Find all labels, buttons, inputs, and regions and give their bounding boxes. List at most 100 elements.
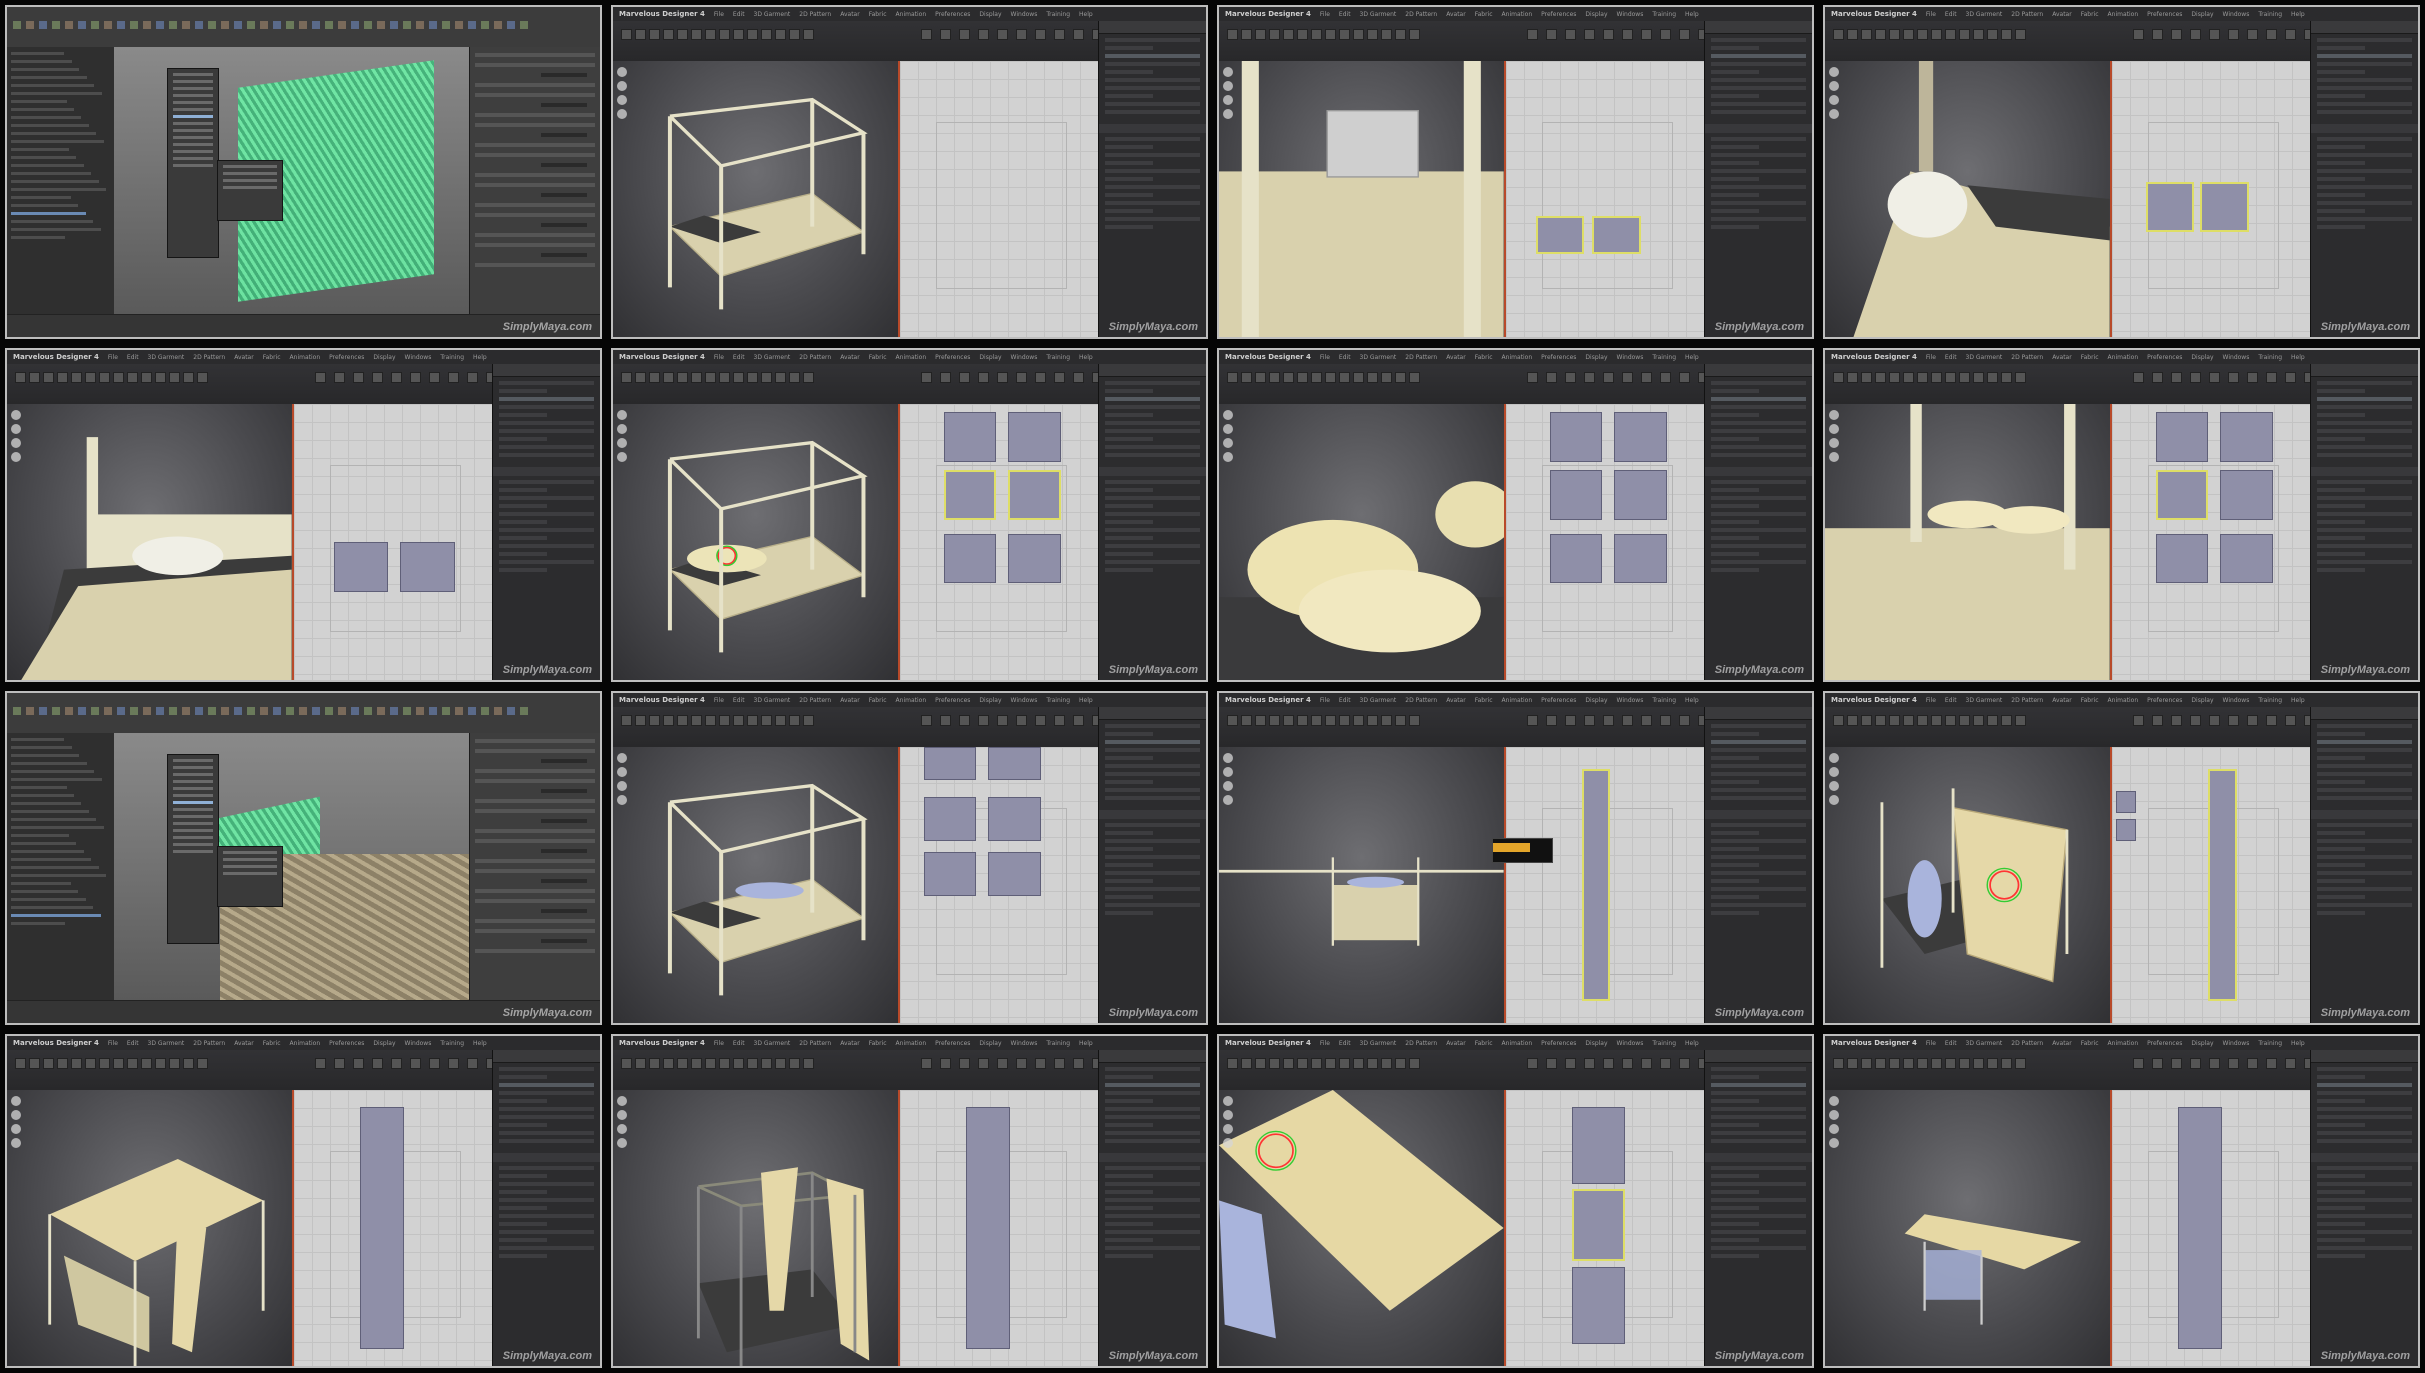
menu-item[interactable]: Training (2258, 11, 2282, 18)
panel-row[interactable] (1711, 453, 1806, 457)
tool-icon[interactable] (1565, 715, 1577, 726)
tool-icon[interactable] (705, 29, 716, 40)
tool-icon[interactable] (1833, 29, 1844, 40)
panel-row[interactable] (499, 1139, 594, 1143)
panel-row[interactable] (1105, 796, 1200, 800)
tool-icon[interactable] (1565, 372, 1577, 383)
avatar-icon[interactable] (11, 410, 21, 420)
outliner-row[interactable] (11, 826, 104, 829)
menu-item[interactable]: Windows (1011, 354, 1038, 361)
tool-icon[interactable] (2266, 372, 2278, 383)
property-row[interactable] (499, 488, 548, 492)
avatar-icon[interactable] (1829, 410, 1839, 420)
2d-pattern-viewport[interactable] (2109, 747, 2314, 1023)
outliner-row[interactable] (11, 172, 92, 175)
shelf-icon[interactable] (442, 707, 450, 715)
menu-item[interactable]: Fabric (869, 697, 887, 704)
tool-icon[interactable] (1241, 372, 1252, 383)
property-row[interactable] (1711, 177, 1760, 181)
tool-icon[interactable] (775, 29, 786, 40)
light-icon[interactable] (617, 438, 627, 448)
tool-icon[interactable] (940, 29, 952, 40)
property-row[interactable] (2317, 863, 2366, 867)
property-row[interactable] (1105, 823, 1200, 827)
panel-row[interactable] (2317, 110, 2412, 114)
property-row[interactable] (1105, 512, 1200, 516)
menu-item[interactable]: File (1320, 697, 1330, 704)
property-row[interactable] (1711, 1166, 1806, 1170)
tool-icon[interactable] (1054, 29, 1066, 40)
menu-item[interactable]: Training (1652, 354, 1676, 361)
panel-row[interactable] (2317, 756, 2366, 760)
tool-icon[interactable] (2285, 29, 2297, 40)
panel-row[interactable] (2317, 397, 2412, 401)
tool-icon[interactable] (1660, 1058, 1672, 1069)
panel-row[interactable] (499, 381, 594, 385)
tool-icon[interactable] (1875, 372, 1886, 383)
property-row[interactable] (1711, 855, 1806, 859)
panel-row[interactable] (499, 413, 548, 417)
panel-row[interactable] (1105, 788, 1200, 792)
tool-icon[interactable] (1917, 29, 1928, 40)
panel-row[interactable] (1105, 1123, 1154, 1127)
camera-icon[interactable] (1829, 767, 1839, 777)
tool-icon[interactable] (1283, 1058, 1294, 1069)
tool-icon[interactable] (1959, 29, 1970, 40)
property-row[interactable] (1105, 1246, 1200, 1250)
property-row[interactable] (1105, 1206, 1154, 1210)
panel-row[interactable] (1105, 772, 1200, 776)
property-row[interactable] (499, 1222, 548, 1226)
tool-icon[interactable] (663, 29, 674, 40)
camera-icon[interactable] (11, 424, 21, 434)
light-icon[interactable] (1829, 781, 1839, 791)
property-row[interactable] (499, 1182, 594, 1186)
tool-icon[interactable] (1255, 715, 1266, 726)
pattern-piece[interactable] (1614, 533, 1667, 584)
menu-item[interactable]: File (1320, 11, 1330, 18)
shelf-icon[interactable] (325, 21, 333, 29)
tool-icon[interactable] (1241, 715, 1252, 726)
camera-icon[interactable] (1829, 1110, 1839, 1120)
panel-row[interactable] (1711, 46, 1760, 50)
panel-row[interactable] (1105, 764, 1200, 768)
menu-item[interactable]: 2D Pattern (193, 1040, 225, 1047)
panel-row[interactable] (1711, 1123, 1760, 1127)
context-menu-item[interactable] (173, 136, 213, 140)
context-menu-item[interactable] (173, 122, 213, 126)
menu-item[interactable]: Edit (733, 697, 745, 704)
panel-row[interactable] (1711, 102, 1806, 106)
3d-garment-viewport[interactable] (1825, 404, 2110, 680)
light-icon[interactable] (1223, 781, 1233, 791)
tool-icon[interactable] (2209, 29, 2221, 40)
tool-icon[interactable] (2015, 29, 2026, 40)
tool-icon[interactable] (2152, 29, 2164, 40)
submenu[interactable] (216, 159, 283, 221)
tool-icon[interactable] (677, 715, 688, 726)
context-menu-item[interactable] (173, 150, 213, 154)
tool-icon[interactable] (1603, 715, 1615, 726)
panel-row[interactable] (1105, 1131, 1200, 1135)
menu-item[interactable]: Animation (2108, 697, 2139, 704)
tool-icon[interactable] (719, 715, 730, 726)
panel-row[interactable] (499, 453, 594, 457)
outliner-row[interactable] (11, 858, 92, 861)
shelf-icon[interactable] (143, 21, 151, 29)
menu-item[interactable]: Edit (127, 1040, 139, 1047)
outliner-row[interactable] (11, 156, 77, 159)
property-row[interactable] (2317, 185, 2412, 189)
attribute-row[interactable] (474, 83, 595, 87)
attribute-row[interactable] (474, 949, 595, 953)
property-row[interactable] (1711, 1214, 1806, 1218)
menu-item[interactable]: Help (2291, 697, 2305, 704)
tool-icon[interactable] (677, 29, 688, 40)
pattern-piece[interactable] (966, 1106, 1011, 1350)
context-menu-item[interactable] (173, 94, 213, 98)
property-row[interactable] (2317, 1206, 2366, 1210)
panel-row[interactable] (2317, 405, 2412, 409)
menu-item[interactable]: 2D Pattern (1405, 697, 1437, 704)
2d-pattern-viewport[interactable] (2109, 1090, 2314, 1366)
panel-row[interactable] (499, 421, 594, 425)
pattern-piece[interactable] (1572, 1266, 1625, 1344)
panel-row[interactable] (1105, 748, 1200, 752)
menu-item[interactable]: Windows (1011, 697, 1038, 704)
